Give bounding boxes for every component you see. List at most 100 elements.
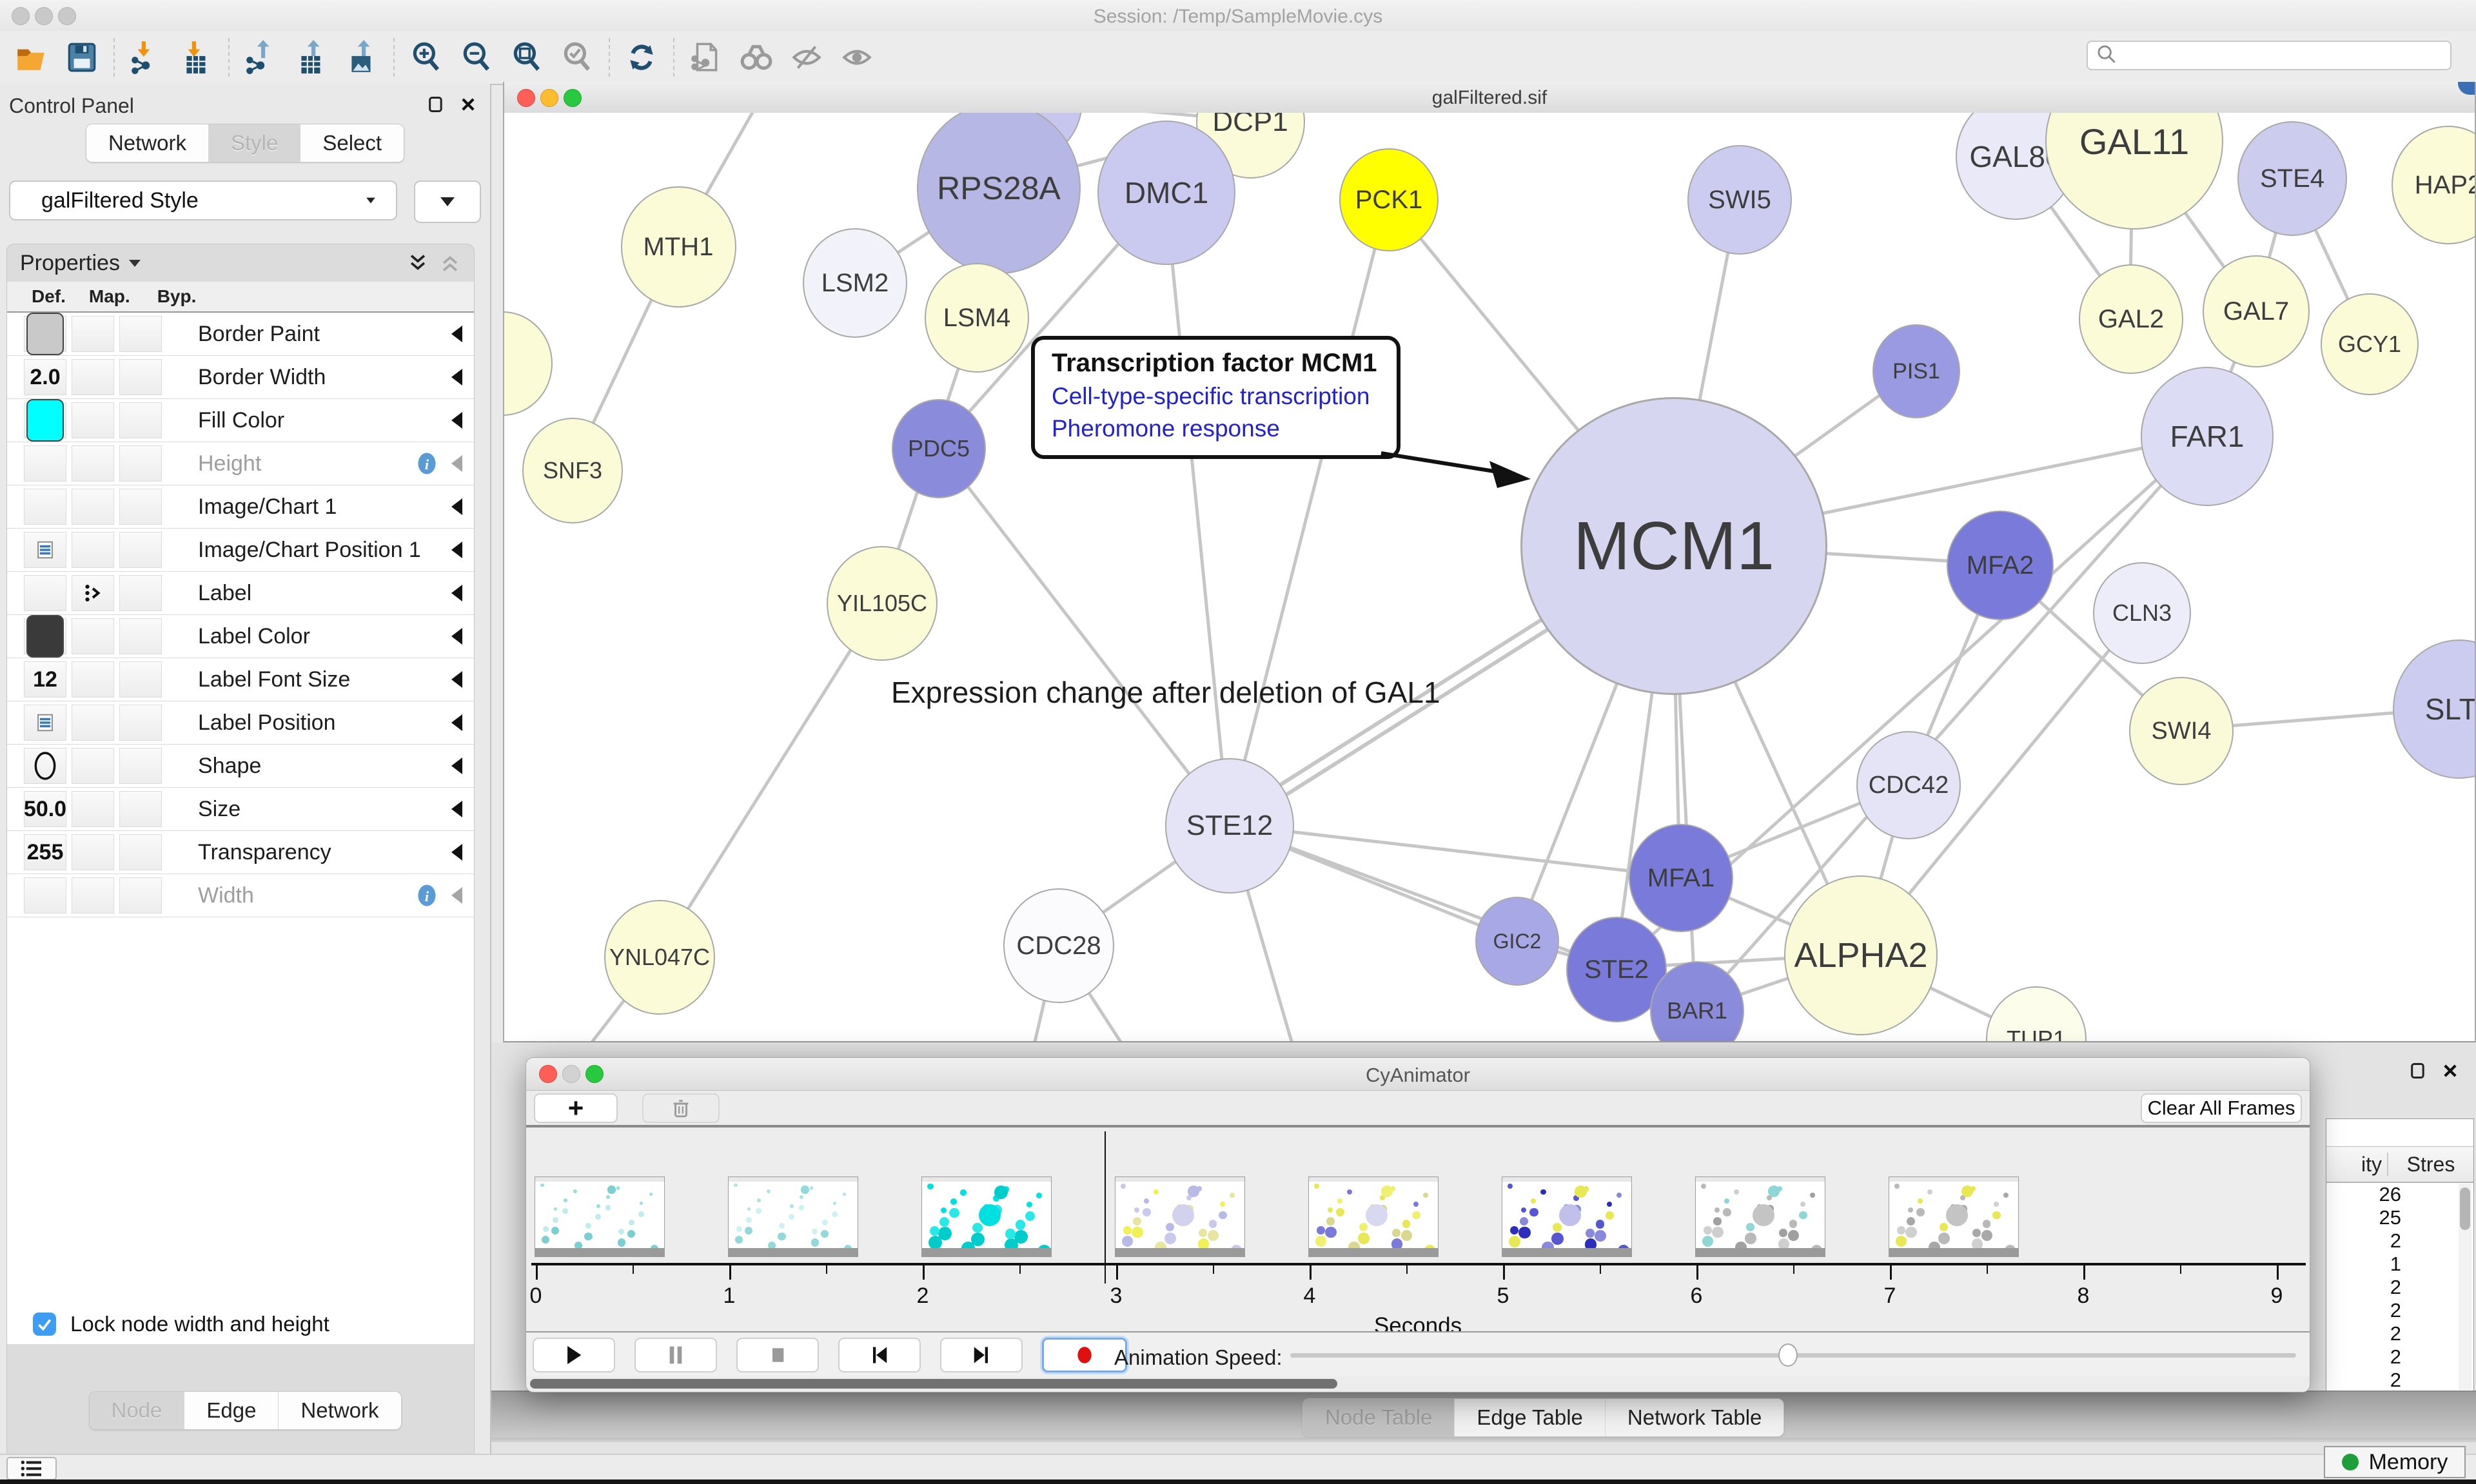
annotation-link[interactable]: Pheromone response [1052, 415, 1380, 442]
default-value-cell[interactable]: 12 [24, 661, 66, 698]
table-row[interactable]: 2 [2326, 1345, 2473, 1369]
node-pis1[interactable]: PIS1 [1872, 324, 1960, 418]
mapping-cell[interactable] [72, 791, 114, 827]
export-network-button[interactable] [236, 36, 286, 79]
network-window-titlebar[interactable]: galFiltered.sif [504, 82, 2475, 113]
node-snf3[interactable]: SNF3 [522, 418, 623, 523]
table-row[interactable]: 25 [2326, 1206, 2473, 1229]
default-value-cell[interactable] [24, 705, 66, 741]
zoom-out-button[interactable] [451, 36, 502, 79]
collapse-row-icon[interactable] [451, 326, 462, 342]
node-mcm1[interactable]: MCM1 [1520, 397, 1827, 695]
style-dropdown[interactable]: galFiltered Style [9, 181, 397, 220]
bypass-cell[interactable] [119, 575, 162, 611]
style-options-button[interactable] [414, 181, 481, 223]
close-panel-icon[interactable] [2441, 1062, 2459, 1080]
bypass-cell[interactable] [119, 834, 162, 870]
collapse-row-icon[interactable] [451, 412, 462, 429]
node-far1[interactable]: FAR1 [2141, 367, 2274, 506]
bypass-cell[interactable] [119, 359, 162, 395]
frame-thumbnail-0[interactable] [535, 1176, 665, 1257]
mapping-cell[interactable] [72, 445, 114, 482]
collapse-row-icon[interactable] [451, 887, 462, 904]
table-row[interactable]: 2 [2326, 1369, 2473, 1392]
delete-frame-button[interactable] [642, 1093, 720, 1123]
property-row-height[interactable]: Heighti [7, 442, 474, 485]
node-ste12[interactable]: STE12 [1165, 758, 1294, 893]
export-table-button[interactable] [286, 36, 337, 79]
node-ynl047c[interactable]: YNL047C [604, 900, 715, 1015]
property-row-image-chart-1[interactable]: Image/Chart 1 [7, 485, 474, 529]
pause-button[interactable] [634, 1338, 717, 1372]
tab-select[interactable]: Select [300, 124, 404, 162]
go-to-start-button[interactable] [838, 1338, 921, 1372]
default-value-cell[interactable] [24, 618, 66, 654]
zoom-fit-button[interactable] [502, 36, 552, 79]
node-lsm4[interactable]: LSM4 [925, 263, 1029, 373]
collapse-row-icon[interactable] [451, 369, 462, 386]
add-frame-button[interactable]: + [534, 1093, 618, 1123]
animation-speed-slider[interactable] [1290, 1353, 2296, 1358]
table-row[interactable]: 2 [2326, 1229, 2473, 1253]
collapse-row-icon[interactable] [451, 714, 462, 731]
bypass-cell[interactable] [119, 791, 162, 827]
export-image-button[interactable] [337, 36, 387, 79]
tab-edge[interactable]: Edge [184, 1392, 279, 1429]
stop-button[interactable] [736, 1338, 819, 1372]
default-value-cell[interactable] [24, 575, 66, 611]
find-button[interactable] [731, 36, 781, 79]
node-swi5[interactable]: SWI5 [1687, 145, 1792, 255]
node-ste4[interactable]: STE4 [2237, 121, 2347, 236]
network-canvas[interactable]: RPS28BDCP1RPS28ADMC1PCK1MTH1LSM2LSM4SNF3… [504, 113, 2475, 1041]
node-gal7[interactable]: GAL7 [2203, 255, 2310, 367]
info-icon[interactable]: i [415, 884, 438, 907]
collapse-row-icon[interactable] [451, 628, 462, 645]
cyanimator-titlebar[interactable]: CyAnimator [526, 1058, 2310, 1091]
frame-thumbnail-5[interactable] [1502, 1176, 1632, 1257]
lock-size-checkbox[interactable] [33, 1313, 56, 1336]
default-value-cell[interactable] [24, 402, 66, 438]
search-input[interactable] [2117, 44, 2450, 66]
tab-network-table[interactable]: Network Table [1606, 1399, 1784, 1436]
node-gcy1[interactable]: GCY1 [2321, 293, 2419, 395]
properties-header[interactable]: Properties [7, 244, 474, 282]
node-gal2[interactable]: GAL2 [2079, 264, 2183, 374]
bypass-cell[interactable] [119, 748, 162, 784]
table-row[interactable]: 1 [2326, 1253, 2473, 1276]
property-row-fill-color[interactable]: Fill Color [7, 399, 474, 442]
mapping-cell[interactable] [72, 316, 114, 352]
node-yil105c[interactable]: YIL105C [827, 546, 938, 661]
collapse-row-icon[interactable] [451, 455, 462, 472]
clear-all-frames-button[interactable]: Clear All Frames [2141, 1093, 2302, 1123]
mapping-cell[interactable] [72, 877, 114, 913]
collapse-row-icon[interactable] [451, 585, 462, 601]
tab-node-table[interactable]: Node Table [1303, 1399, 1455, 1436]
mapping-cell[interactable] [72, 618, 114, 654]
open-session-button[interactable] [6, 36, 57, 79]
frames-timeline[interactable]: 0123456789 Seconds [526, 1128, 2310, 1331]
close-panel-icon[interactable] [459, 95, 477, 113]
property-row-label-color[interactable]: Label Color [7, 615, 474, 658]
timeline-playhead[interactable] [1105, 1131, 1106, 1284]
bypass-cell[interactable] [119, 316, 162, 352]
frame-thumbnail-4[interactable] [1308, 1176, 1439, 1257]
mapping-cell[interactable] [72, 705, 114, 741]
default-value-cell[interactable] [24, 445, 66, 482]
bypass-cell[interactable] [119, 402, 162, 438]
copy-view-button[interactable] [681, 36, 731, 79]
bypass-cell[interactable] [119, 877, 162, 913]
frame-thumbnail-3[interactable] [1115, 1176, 1245, 1257]
property-row-image-chart-position-1[interactable]: Image/Chart Position 1 [7, 529, 474, 572]
node-alpha2[interactable]: ALPHA2 [1784, 875, 1938, 1035]
float-panel-icon[interactable] [2409, 1062, 2427, 1080]
table-row[interactable]: 26 [2326, 1183, 2473, 1206]
collapse-row-icon[interactable] [451, 757, 462, 774]
tab-edge-table[interactable]: Edge Table [1455, 1399, 1606, 1436]
default-value-cell[interactable] [24, 877, 66, 913]
mapping-cell[interactable] [72, 532, 114, 568]
default-value-cell[interactable]: 50.0 [24, 791, 66, 827]
search-box[interactable] [2087, 41, 2451, 70]
refresh-button[interactable] [616, 36, 667, 79]
node-cdc28[interactable]: CDC28 [1003, 888, 1114, 1003]
frame-thumbnail-1[interactable] [728, 1176, 858, 1257]
